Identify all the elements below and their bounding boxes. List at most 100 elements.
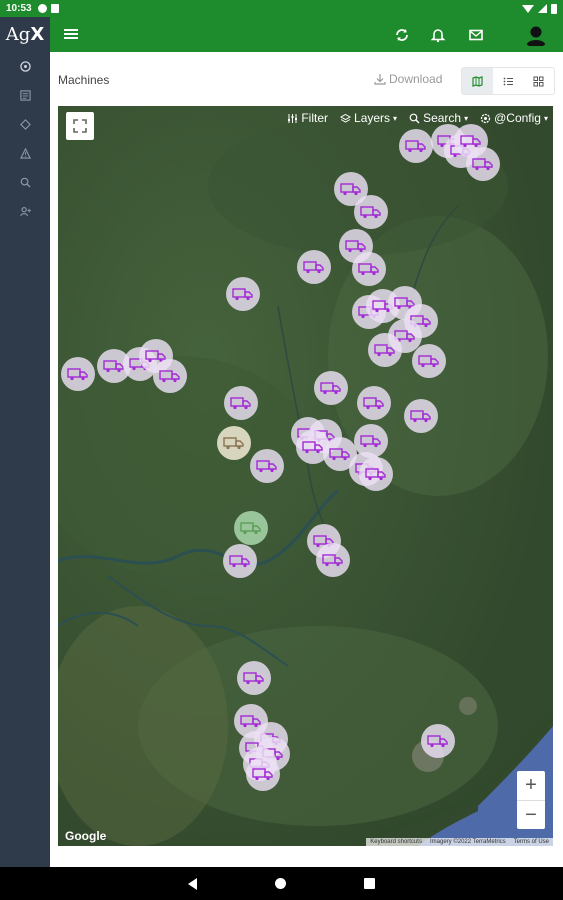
machines-map[interactable]: Filter Layers ▾ Search ▾ @Config ▾ + − G…: [58, 106, 553, 846]
machine-marker[interactable]: [250, 449, 284, 483]
satellite-imagery: [58, 106, 553, 846]
truck-icon: [159, 370, 180, 383]
truck-icon: [365, 468, 386, 481]
fullscreen-icon: [73, 119, 87, 133]
sidebar-item-list[interactable]: [0, 81, 50, 110]
fullscreen-button[interactable]: [66, 112, 94, 140]
top-app-bar: [50, 17, 563, 52]
machine-marker[interactable]: [314, 371, 348, 405]
machine-marker[interactable]: [421, 724, 455, 758]
user-add-icon: [19, 207, 31, 217]
machine-marker[interactable]: [61, 357, 95, 391]
machine-marker[interactable]: [234, 511, 268, 545]
machine-marker[interactable]: [316, 543, 350, 577]
signal-icon: [538, 4, 547, 13]
user-avatar[interactable]: [523, 22, 549, 48]
bell-icon[interactable]: [430, 27, 446, 43]
grid-view-icon: [533, 76, 544, 86]
filter-button[interactable]: Filter: [287, 111, 328, 125]
layers-icon: [340, 113, 352, 123]
machine-marker[interactable]: [217, 426, 251, 460]
machine-marker[interactable]: [223, 544, 257, 578]
map-view-button[interactable]: [462, 68, 493, 94]
truck-icon: [427, 735, 448, 748]
sidebar-item-users[interactable]: [0, 197, 50, 226]
download-icon: [374, 74, 386, 85]
machine-marker[interactable]: [399, 129, 433, 163]
truck-icon: [329, 448, 350, 461]
truck-icon: [460, 135, 481, 148]
recents-icon[interactable]: [364, 878, 375, 889]
chevron-down-icon: ▾: [543, 113, 548, 123]
truck-icon: [223, 437, 244, 450]
machine-marker[interactable]: [466, 147, 500, 181]
truck-icon: [410, 410, 431, 423]
status-time: 10:53: [6, 3, 32, 14]
truck-icon: [229, 555, 250, 568]
terms-link[interactable]: Terms of Use: [514, 839, 549, 845]
truck-icon: [67, 368, 88, 381]
machine-marker[interactable]: [297, 250, 331, 284]
filter-icon: [288, 113, 298, 123]
refresh-icon[interactable]: [394, 27, 410, 43]
machine-marker[interactable]: [412, 344, 446, 378]
search-icon: [20, 177, 31, 188]
truck-icon: [322, 554, 343, 567]
machine-marker[interactable]: [404, 399, 438, 433]
machine-marker[interactable]: [237, 661, 271, 695]
machine-marker[interactable]: [368, 333, 402, 367]
machine-marker[interactable]: [352, 252, 386, 286]
sidebar-item-tags[interactable]: [0, 110, 50, 139]
truck-icon: [340, 183, 361, 196]
download-button[interactable]: Download: [374, 72, 442, 86]
truck-icon: [240, 522, 261, 535]
truck-icon: [103, 360, 124, 373]
sidebar: Ag X: [0, 17, 50, 867]
machine-marker[interactable]: [357, 386, 391, 420]
machine-marker[interactable]: [354, 195, 388, 229]
layers-label: Layers: [354, 111, 391, 125]
page-header: Machines Download: [50, 52, 563, 106]
mail-icon[interactable]: [468, 27, 484, 43]
search-label: Search: [423, 111, 462, 125]
map-attribution: Keyboard shortcuts Imagery ©2022 TerraMe…: [366, 838, 553, 846]
wifi-icon: [522, 4, 534, 13]
imagery-credit: Imagery ©2022 TerraMetrics: [429, 839, 506, 845]
zoom-out-button[interactable]: −: [517, 801, 545, 830]
zoom-in-button[interactable]: +: [517, 771, 545, 800]
truck-icon: [230, 397, 251, 410]
back-icon[interactable]: [188, 877, 197, 890]
sidebar-item-search[interactable]: [0, 168, 50, 197]
sidebar-item-alerts[interactable]: [0, 139, 50, 168]
truck-icon: [232, 288, 253, 301]
sidebar-item-dashboard[interactable]: [0, 52, 50, 81]
truck-icon: [303, 261, 324, 274]
keyboard-shortcuts-link[interactable]: Keyboard shortcuts: [370, 839, 422, 845]
grid-view-button[interactable]: [523, 68, 554, 94]
machine-marker[interactable]: [359, 457, 393, 491]
search-icon: [409, 113, 420, 123]
page-title: Machines: [58, 73, 110, 87]
truck-icon: [302, 441, 323, 454]
config-button[interactable]: @Config ▾: [480, 111, 548, 125]
machine-marker[interactable]: [224, 386, 258, 420]
truck-icon: [358, 263, 379, 276]
download-label: Download: [389, 72, 443, 86]
truck-icon: [360, 435, 381, 448]
home-icon[interactable]: [275, 878, 286, 889]
list-view-button[interactable]: [493, 68, 524, 94]
truck-icon: [320, 382, 341, 395]
truck-icon: [252, 768, 273, 781]
machine-marker[interactable]: [226, 277, 260, 311]
app-logo[interactable]: Ag X: [0, 17, 50, 52]
menu-icon[interactable]: [64, 29, 78, 40]
search-button[interactable]: Search ▾: [409, 111, 468, 125]
zoom-control: + −: [517, 771, 545, 829]
machine-marker[interactable]: [246, 757, 280, 791]
truck-icon: [345, 240, 366, 253]
truck-icon: [472, 158, 493, 171]
layers-button[interactable]: Layers ▾: [340, 111, 397, 125]
machine-marker[interactable]: [153, 359, 187, 393]
sim-icon: [50, 4, 59, 13]
dashboard-icon: [19, 61, 31, 72]
